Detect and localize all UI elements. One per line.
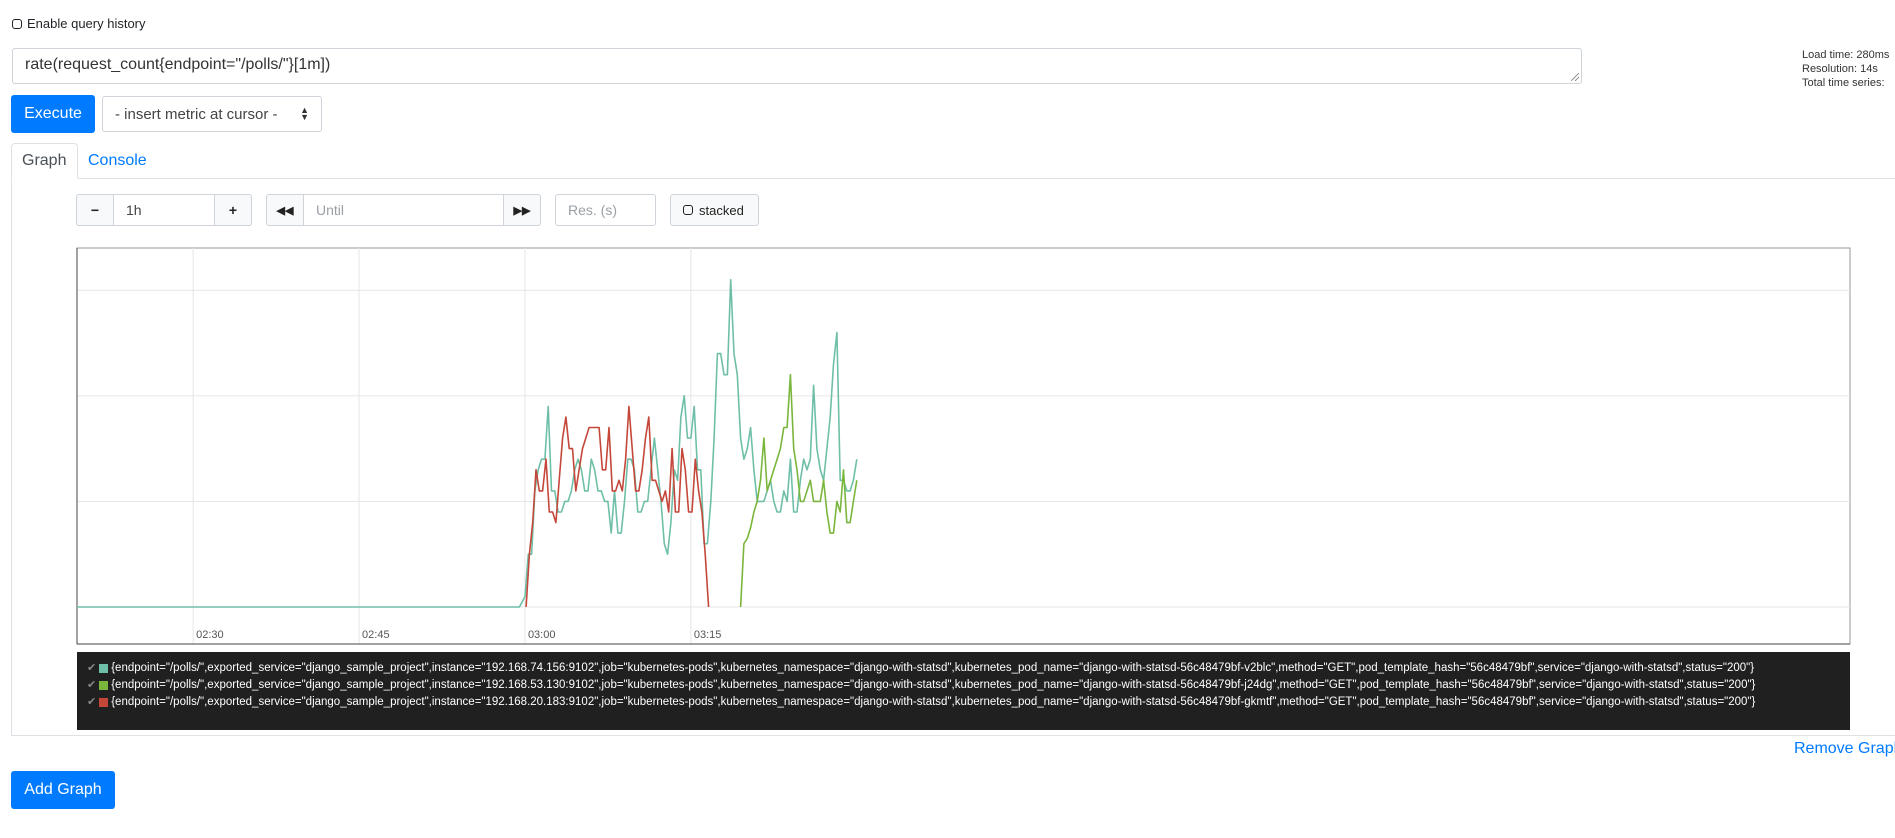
metric-select[interactable]: - insert metric at cursor - ▲ ▼: [102, 96, 322, 132]
range-input[interactable]: 1h: [113, 194, 215, 226]
resolution: Resolution: 14s: [1802, 63, 1878, 75]
stacked-toggle[interactable]: stacked: [670, 194, 759, 226]
tab-console[interactable]: Console: [78, 143, 157, 179]
legend-swatch: [99, 681, 109, 690]
check-icon: ✔: [87, 696, 97, 708]
graph-chart: 00.20.40.602:3002:4503:0003:15: [76, 247, 1851, 645]
expression-text: rate(request_count{endpoint="/polls/"}[1…: [25, 56, 331, 73]
rewind-icon: ◀◀: [276, 204, 294, 217]
execute-button[interactable]: Execute: [11, 95, 95, 133]
metric-select-value: - insert metric at cursor -: [115, 105, 278, 123]
query-history-toggle[interactable]: Enable query history: [12, 16, 146, 31]
minus-icon: −: [90, 202, 100, 218]
query-history-label: Enable query history: [27, 16, 146, 31]
plus-icon: +: [228, 202, 238, 218]
expression-input[interactable]: rate(request_count{endpoint="/polls/"}[1…: [12, 48, 1582, 84]
load-time: Load time: 280ms: [1802, 49, 1890, 61]
range-increase-button[interactable]: +: [214, 194, 252, 226]
add-graph-button[interactable]: Add Graph: [11, 771, 115, 809]
remove-graph-link[interactable]: Remove Graph: [1794, 740, 1895, 758]
total-time-series: Total time series:: [1802, 77, 1885, 89]
x-tick-label: 02:45: [362, 629, 390, 641]
time-forward-button[interactable]: ▶▶: [503, 194, 541, 226]
tab-graph[interactable]: Graph: [11, 143, 78, 179]
plot-area: [76, 247, 1851, 645]
range-value: 1h: [126, 202, 142, 218]
legend-label: {endpoint="/polls/",exported_service="dj…: [111, 662, 1755, 674]
x-tick-label: 03:00: [528, 629, 556, 641]
legend-swatch: [99, 698, 109, 707]
x-tick-label: 03:15: [694, 629, 722, 641]
legend-item[interactable]: ✔ {endpoint="/polls/",exported_service="…: [87, 694, 1840, 711]
legend-label: {endpoint="/polls/",exported_service="dj…: [111, 679, 1756, 691]
graph-legend: ✔ {endpoint="/polls/",exported_service="…: [77, 652, 1850, 730]
stacked-label: stacked: [699, 202, 744, 218]
resize-grip-icon[interactable]: [1571, 73, 1579, 81]
until-placeholder: Until: [316, 202, 345, 218]
legend-item[interactable]: ✔ {endpoint="/polls/",exported_service="…: [87, 660, 1840, 677]
check-icon: ✔: [87, 679, 97, 691]
legend-item[interactable]: ✔ {endpoint="/polls/",exported_service="…: [87, 677, 1840, 694]
legend-label: {endpoint="/polls/",exported_service="dj…: [111, 696, 1756, 708]
until-input[interactable]: Until: [303, 194, 504, 226]
legend-swatch: [99, 664, 109, 673]
resolution-input[interactable]: Res. (s): [555, 194, 656, 226]
stacked-checkbox[interactable]: [683, 205, 693, 215]
fast-forward-icon: ▶▶: [513, 204, 531, 217]
range-decrease-button[interactable]: −: [76, 194, 114, 226]
check-icon: ✔: [87, 662, 97, 674]
resolution-placeholder: Res. (s): [568, 202, 617, 218]
time-back-button[interactable]: ◀◀: [266, 194, 304, 226]
query-stats: Load time: 280ms Resolution: 14s Total t…: [1802, 48, 1889, 90]
x-tick-label: 02:30: [196, 629, 224, 641]
query-history-checkbox[interactable]: [12, 18, 22, 29]
select-arrows-icon: ▲ ▼: [300, 105, 309, 122]
